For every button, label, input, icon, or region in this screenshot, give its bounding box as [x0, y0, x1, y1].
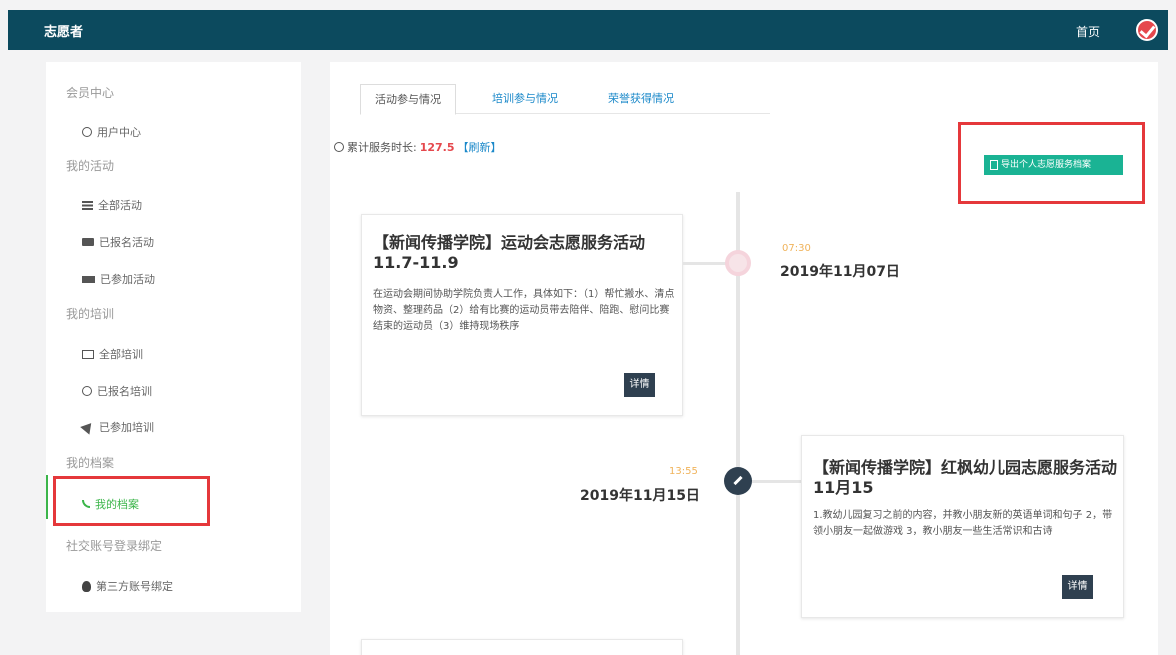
sidebar-item-label: 已报名培训 [97, 385, 152, 398]
timeline-date: 2019年11月07日 [780, 264, 900, 280]
service-hours-label: 累计服务时长: [347, 141, 417, 154]
detail-button[interactable]: 详情 [1062, 575, 1093, 599]
sidebar-item-all-activities[interactable]: 全部活动 [82, 197, 142, 213]
list-icon [82, 200, 93, 210]
sidebar-item-label: 已参加培训 [99, 421, 154, 434]
timeline-connector [752, 480, 801, 483]
send-icon [80, 419, 96, 435]
service-hours-summary: 累计服务时长: 127.5 【刷新】 [334, 139, 502, 155]
timeline-connector [683, 262, 727, 265]
sidebar-group-activities: 我的活动 [66, 159, 115, 173]
card-title: 【新闻传播学院】红枫幼儿园志愿服务活动11月15 [813, 458, 1118, 497]
card-title: 【新闻传播学院】运动会志愿服务活动11.7-11.9 [373, 233, 646, 272]
tag-icon [82, 238, 94, 246]
tab-training-participation[interactable]: 培训参与情况 [478, 84, 572, 114]
tab-bar: 活动参与情况 培训参与情况 荣誉获得情况 [360, 84, 770, 115]
sidebar-item-joined-training[interactable]: 已参加培训 [80, 419, 154, 435]
sidebar-group-social: 社交账号登录绑定 [66, 539, 163, 553]
timeline-time: 07:30 [782, 243, 811, 254]
pencil-icon [724, 467, 752, 495]
user-circle-icon [82, 127, 92, 137]
active-indicator [46, 475, 48, 519]
card-description: 1.教幼儿园复习之前的内容，并教小朋友新的英语单词和句子 2，带领小朋友一起做游… [813, 510, 1113, 537]
sidebar-item-registered-activities[interactable]: 已报名活动 [82, 234, 154, 250]
sidebar-item-all-training[interactable]: 全部培训 [82, 346, 143, 362]
timeline-card: 【新闻传播学院】运动会志愿服务活动11.7-11.9 在运动会期间协助学院负责人… [361, 214, 683, 416]
monitor-icon [82, 349, 94, 359]
tab-activity-participation[interactable]: 活动参与情况 [360, 84, 456, 115]
brand-title[interactable]: 志愿者 [44, 21, 83, 40]
timeline-card [361, 639, 683, 655]
timeline-date: 2019年11月15日 [580, 488, 700, 504]
highlight-box [958, 122, 1145, 204]
sidebar-item-registered-training[interactable]: 已报名培训 [82, 383, 152, 399]
sidebar-item-joined-activities[interactable]: 已参加活动 [82, 271, 155, 287]
sidebar-item-label: 全部活动 [98, 199, 142, 212]
tab-honors[interactable]: 荣誉获得情况 [594, 84, 688, 114]
highlight-box [53, 476, 210, 526]
detail-button[interactable]: 详情 [624, 373, 655, 397]
sidebar-item-label: 用户中心 [97, 126, 141, 139]
ticket-icon [82, 275, 95, 283]
timeline-time: 13:55 [669, 466, 698, 477]
sidebar-item-label: 已报名活动 [99, 236, 154, 249]
refresh-link[interactable]: 【刷新】 [458, 139, 502, 155]
gear-icon [82, 386, 92, 396]
sidebar-group-member: 会员中心 [66, 86, 115, 100]
sidebar: 会员中心 用户中心 我的活动 全部活动 已报名活动 已参加活动 我的培训 全部培… [46, 62, 301, 612]
service-hours-value: 127.5 [419, 140, 455, 154]
sidebar-item-label: 第三方账号绑定 [96, 580, 173, 593]
sidebar-item-third-party-binding[interactable]: 第三方账号绑定 [82, 578, 173, 594]
home-link[interactable]: 首页 [1076, 23, 1100, 40]
sidebar-item-label: 全部培训 [99, 348, 143, 361]
top-navbar: 志愿者 首页 [8, 10, 1168, 50]
sidebar-group-training: 我的培训 [66, 307, 115, 321]
timeline-card: 【新闻传播学院】红枫幼儿园志愿服务活动11月15 1.教幼儿园复习之前的内容，并… [801, 435, 1124, 618]
penguin-icon [82, 580, 91, 592]
card-description: 在运动会期间协助学院负责人工作，具体如下：（1）帮忙搬水、清点物资、整理药品（2… [373, 289, 675, 332]
sidebar-item-user-center[interactable]: 用户中心 [82, 124, 141, 140]
clock-icon [334, 142, 344, 152]
sidebar-group-archive: 我的档案 [66, 456, 115, 470]
timeline-dot [725, 250, 751, 276]
sidebar-item-label: 已参加活动 [100, 273, 155, 286]
brand-logo-icon[interactable] [1136, 19, 1158, 41]
